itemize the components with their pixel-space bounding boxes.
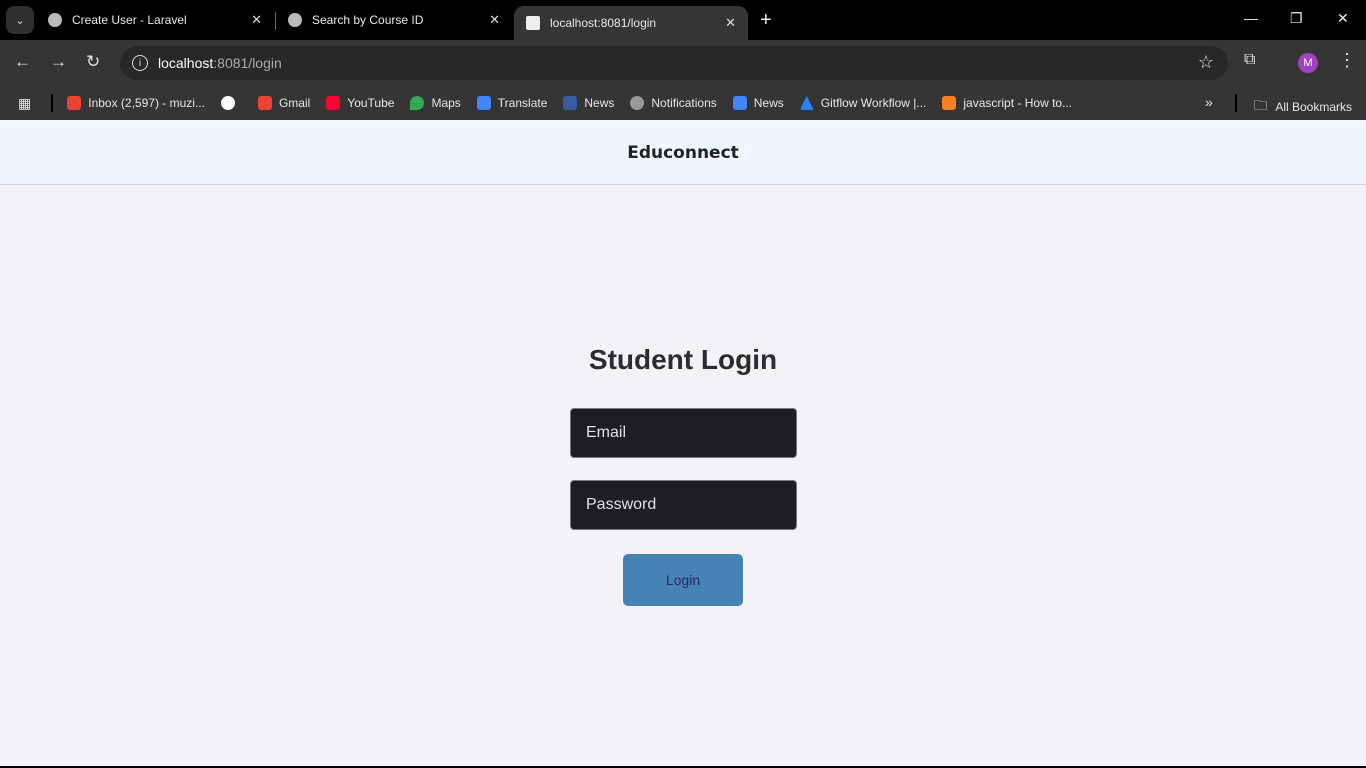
browser-toolbar: ← → ↻ i localhost:8081/login ☆ ⧉ M ⋮ xyxy=(0,40,1366,86)
bookmarks-bar: ▦ Inbox (2,597) - muzi... Gmail YouTube … xyxy=(0,86,1366,120)
gmail-icon xyxy=(257,96,272,110)
tab-search-course[interactable]: Search by Course ID ✕ xyxy=(276,0,512,40)
divider xyxy=(1235,94,1237,112)
folder-icon: 🗀 xyxy=(1253,97,1268,113)
email-input[interactable] xyxy=(570,408,797,458)
tab-create-user[interactable]: Create User - Laravel ✕ xyxy=(36,0,274,40)
new-tab-icon[interactable]: + xyxy=(760,9,772,32)
atlassian-icon xyxy=(799,96,814,110)
bookmark-maps[interactable]: Maps xyxy=(410,96,461,110)
back-icon[interactable]: ← xyxy=(14,52,31,72)
site-header: Educonnect xyxy=(0,121,1366,185)
bookmark-news[interactable]: News xyxy=(563,96,614,110)
bookmark-label: YouTube xyxy=(347,96,395,110)
openai-icon xyxy=(288,13,302,27)
bookmark-notifications[interactable]: Notifications xyxy=(630,96,717,110)
bookmark-label: Gmail xyxy=(278,96,311,110)
site-icon xyxy=(526,16,540,30)
tab-title: Search by Course ID xyxy=(312,13,424,27)
close-icon[interactable]: ✕ xyxy=(251,12,262,28)
url-path: :8081/login xyxy=(213,55,282,71)
bookmark-star-icon[interactable]: ☆ xyxy=(1198,52,1214,73)
bookmark-google-news[interactable]: News xyxy=(732,96,784,110)
bookmark-gmail[interactable]: Gmail xyxy=(257,96,311,110)
youtube-icon xyxy=(326,96,341,110)
login-button[interactable]: Login xyxy=(623,554,743,606)
bookmark-label: Notifications xyxy=(651,96,717,110)
bookmark-translate[interactable]: Translate xyxy=(476,96,548,110)
menu-icon[interactable]: ⋮ xyxy=(1338,50,1356,71)
url-host: localhost xyxy=(158,55,214,71)
google-news-icon xyxy=(732,96,747,110)
tab-title: localhost:8081/login xyxy=(550,16,657,30)
password-input[interactable] xyxy=(570,480,797,530)
tab-login[interactable]: localhost:8081/login ✕ xyxy=(514,6,748,40)
close-icon[interactable]: ✕ xyxy=(725,15,736,31)
close-icon[interactable]: ✕ xyxy=(489,12,500,28)
minimize-icon[interactable]: — xyxy=(1244,10,1258,26)
reload-icon[interactable]: ↻ xyxy=(86,52,100,72)
globe-icon xyxy=(48,13,62,27)
bookmark-gitflow[interactable]: Gitflow Workflow |... xyxy=(799,96,927,110)
stackoverflow-icon xyxy=(942,96,957,110)
bookmark-inbox[interactable]: Inbox (2,597) - muzi... xyxy=(67,96,205,110)
profile-avatar[interactable]: M xyxy=(1298,53,1318,73)
tab-strip: ⌄ Create User - Laravel ✕ Search by Cour… xyxy=(0,0,1366,40)
bookmark-stackoverflow[interactable]: javascript - How to... xyxy=(942,96,1072,110)
bookmark-label: News xyxy=(584,96,615,110)
restore-icon[interactable]: ❐ xyxy=(1290,10,1303,27)
globe-icon xyxy=(630,96,645,110)
bookmark-label: javascript - How to... xyxy=(963,96,1073,110)
gmail-icon xyxy=(67,96,82,110)
bookmark-label: Gitflow Workflow |... xyxy=(820,96,927,110)
brand-name: Educonnect xyxy=(627,142,739,163)
maps-icon xyxy=(410,96,425,110)
all-bookmarks-button[interactable]: 🗀 All Bookmarks xyxy=(1253,95,1352,119)
extensions-icon[interactable]: ⧉ xyxy=(1244,51,1255,69)
apps-icon[interactable]: ▦ xyxy=(18,95,31,112)
tab-search-button[interactable]: ⌄ xyxy=(6,6,34,34)
bookmark-youtube[interactable]: YouTube xyxy=(326,96,394,110)
site-info-icon[interactable]: i xyxy=(132,55,148,71)
bookmark-label: Translate xyxy=(497,96,548,110)
address-bar[interactable]: i localhost:8081/login ☆ xyxy=(120,46,1228,80)
news-icon xyxy=(563,96,578,110)
all-bookmarks-label: All Bookmarks xyxy=(1275,100,1352,114)
translate-icon xyxy=(476,96,491,110)
bookmark-label: News xyxy=(753,96,784,110)
bookmark-google[interactable] xyxy=(220,96,242,110)
tab-title: Create User - Laravel xyxy=(72,13,187,27)
forward-icon[interactable]: → xyxy=(50,52,67,72)
bookmark-label: Maps xyxy=(431,96,461,110)
more-bookmarks-icon[interactable]: » xyxy=(1205,94,1213,110)
divider xyxy=(51,94,54,112)
page-title: Student Login xyxy=(588,344,778,375)
bookmark-label: Inbox (2,597) - muzi... xyxy=(88,96,205,110)
google-icon xyxy=(220,96,235,110)
window-close-icon[interactable]: ✕ xyxy=(1337,10,1349,27)
